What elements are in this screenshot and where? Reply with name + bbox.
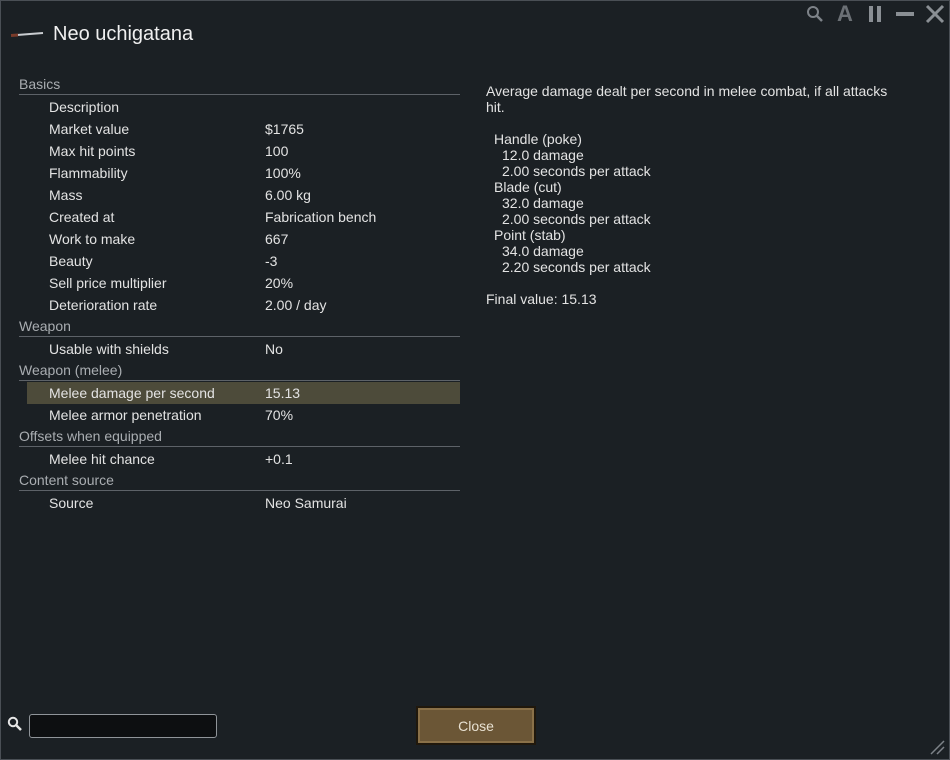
stat-value: Fabrication bench	[265, 209, 377, 225]
section-header-weapon: Weapon	[19, 316, 460, 337]
stat-row-melee-hit-chance[interactable]: Melee hit chance +0.1	[19, 448, 460, 470]
stat-row-melee-damage-per-second[interactable]: Melee damage per second 15.13	[27, 382, 460, 404]
stat-label: Mass	[49, 187, 83, 203]
stat-row-mass[interactable]: Mass 6.00 kg	[19, 184, 460, 206]
stat-row-market-value[interactable]: Market value $1765	[19, 118, 460, 140]
detail-panel: Average damage dealt per second in melee…	[486, 83, 906, 307]
stat-label: Melee damage per second	[49, 385, 215, 401]
stat-row-melee-armor-penetration[interactable]: Melee armor penetration 70%	[19, 404, 460, 426]
close-button[interactable]: Close	[416, 706, 536, 745]
stat-label: Sell price multiplier	[49, 275, 167, 291]
window-header: Neo uchigatana	[9, 19, 193, 49]
stat-label: Source	[49, 495, 94, 511]
stat-row-description[interactable]: Description	[19, 96, 460, 118]
stat-row-beauty[interactable]: Beauty -3	[19, 250, 460, 272]
stat-row-created-at[interactable]: Created at Fabrication bench	[19, 206, 460, 228]
stat-label: Max hit points	[49, 143, 136, 159]
search-icon	[7, 716, 23, 737]
attack-damage: 12.0 damage	[502, 147, 584, 163]
stat-value: 667	[265, 231, 289, 247]
font-size-icon[interactable]: A	[835, 1, 855, 26]
attack-name: Point (stab)	[494, 227, 566, 243]
stat-label: Beauty	[49, 253, 93, 269]
katana-icon	[9, 27, 45, 41]
stat-row-source[interactable]: Source Neo Samurai	[19, 492, 460, 514]
section-header-content-source: Content source	[19, 470, 460, 491]
resize-grip-icon[interactable]	[929, 739, 945, 755]
final-value: Final value: 15.13	[486, 291, 597, 307]
section-header-offsets: Offsets when equipped	[19, 426, 460, 447]
window-controls: A	[805, 1, 945, 26]
stat-value: 100	[265, 143, 289, 159]
stat-label: Melee hit chance	[49, 451, 155, 467]
stat-value: 100%	[265, 165, 301, 181]
stat-label: Work to make	[49, 231, 136, 247]
pause-icon[interactable]	[865, 3, 885, 25]
stat-row-max-hit-points[interactable]: Max hit points 100	[19, 140, 460, 162]
minimize-icon[interactable]	[895, 3, 915, 25]
close-icon[interactable]	[925, 3, 945, 25]
search-input[interactable]	[29, 714, 217, 738]
section-header-basics: Basics	[19, 74, 460, 95]
stat-value: No	[265, 341, 283, 357]
attack-speed: 2.00 seconds per attack	[502, 211, 651, 227]
stat-value: 6.00 kg	[265, 187, 311, 203]
stat-value: 2.00 / day	[265, 297, 327, 313]
attack-name: Handle (poke)	[494, 131, 582, 147]
stat-value: Neo Samurai	[265, 495, 347, 511]
stat-value: $1765	[265, 121, 304, 137]
stat-value: -3	[265, 253, 278, 269]
stat-value: 70%	[265, 407, 294, 423]
stat-label: Melee armor penetration	[49, 407, 202, 423]
attack-damage: 34.0 damage	[502, 243, 584, 259]
stat-label: Usable with shields	[49, 341, 169, 357]
stat-label: Market value	[49, 121, 130, 137]
attack-damage: 32.0 damage	[502, 195, 584, 211]
attack-speed: 2.00 seconds per attack	[502, 163, 651, 179]
stat-label: Created at	[49, 209, 115, 225]
stat-label: Deterioration rate	[49, 297, 158, 313]
stat-value: 15.13	[265, 385, 301, 401]
detail-description: Average damage dealt per second in melee…	[486, 83, 888, 115]
stat-row-usable-with-shields[interactable]: Usable with shields No	[19, 338, 460, 360]
item-info-window: Neo uchigatana A Basics Description Mark…	[0, 0, 950, 760]
attack-speed: 2.20 seconds per attack	[502, 259, 651, 275]
attack-name: Blade (cut)	[494, 179, 562, 195]
stat-row-deterioration-rate[interactable]: Deterioration rate 2.00 / day	[19, 294, 460, 316]
stat-row-sell-price-multiplier[interactable]: Sell price multiplier 20%	[19, 272, 460, 294]
stat-label: Flammability	[49, 165, 128, 181]
stat-row-flammability[interactable]: Flammability 100%	[19, 162, 460, 184]
stat-row-work-to-make[interactable]: Work to make 667	[19, 228, 460, 250]
stat-label: Description	[49, 99, 120, 115]
search-icon[interactable]	[805, 3, 825, 25]
stat-value: 20%	[265, 275, 294, 291]
stats-list: Basics Description Market value $1765 Max…	[19, 74, 460, 514]
stat-value: +0.1	[265, 451, 293, 467]
search-bar	[7, 714, 217, 738]
section-header-weapon-melee: Weapon (melee)	[19, 360, 460, 381]
window-title: Neo uchigatana	[53, 22, 194, 45]
